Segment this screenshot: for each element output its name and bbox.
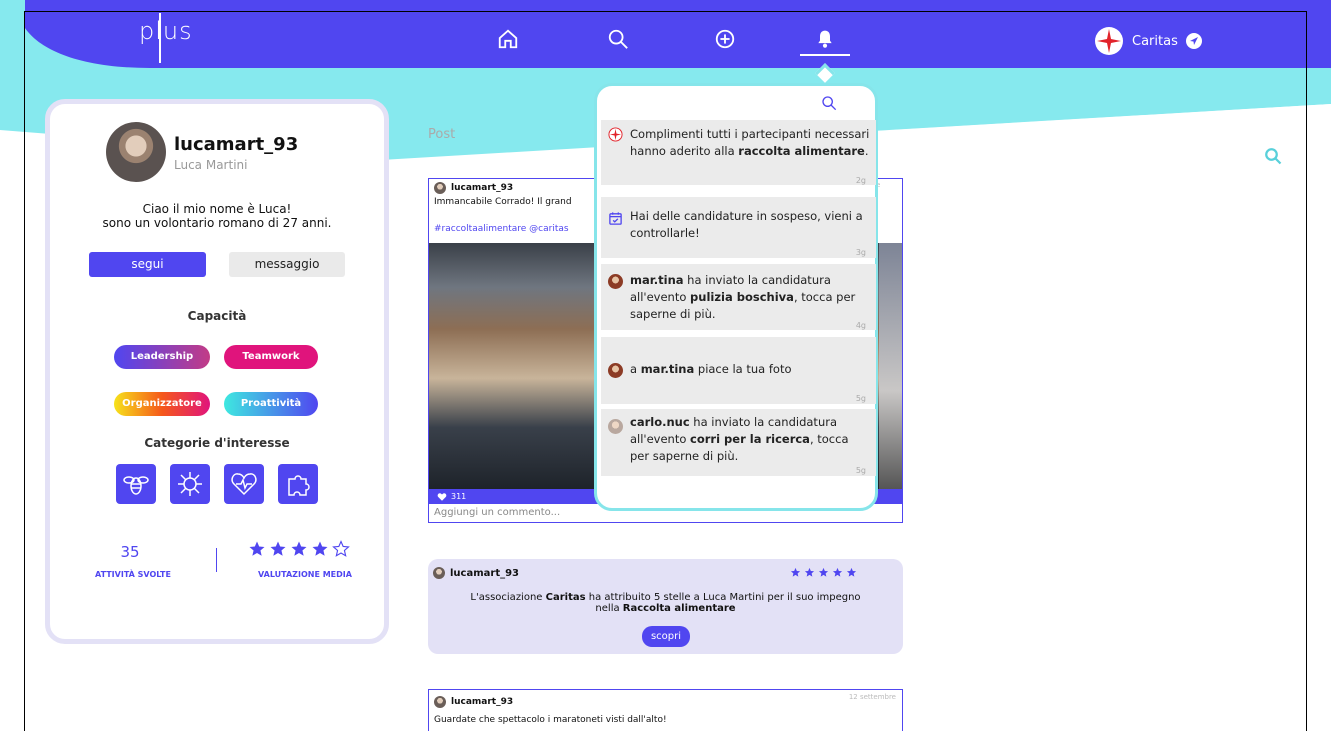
skill-chip-leadership[interactable]: Leadership	[114, 345, 210, 369]
post-photo-next	[879, 243, 902, 489]
avatar	[608, 419, 623, 434]
notification-item[interactable]: Complimenti tutti i partecipanti necessa…	[601, 120, 876, 185]
rating-card: lucamart_93 L'associazione Caritas ha at…	[428, 559, 903, 654]
notifications-panel: Complimenti tutti i partecipanti necessa…	[594, 83, 878, 511]
rating-card-stars	[790, 567, 857, 578]
account-name: Caritas	[1132, 33, 1178, 49]
activities-label: ATTIVITÀ SVOLTE	[95, 570, 171, 579]
profile-card: lucamart_93 Luca Martini Ciao il mio nom…	[45, 99, 389, 644]
rating-card-author-name: lucamart_93	[450, 567, 520, 579]
avatar	[434, 182, 446, 194]
post-tags[interactable]: #raccoltaalimentare @caritas	[434, 224, 569, 234]
notification-item[interactable]: mar.tina ha inviato la candidatura all'e…	[601, 264, 876, 330]
rating-text-c: nella	[595, 603, 623, 614]
post-author[interactable]: lucamart_93	[434, 182, 513, 194]
notification-time: 2g	[855, 176, 866, 185]
star-filled-icon	[804, 567, 815, 577]
notification-text: mar.tina ha inviato la candidatura all'e…	[630, 273, 856, 321]
star-filled-icon	[832, 567, 843, 577]
star-filled-icon	[291, 541, 307, 556]
plus-circle-icon[interactable]	[712, 26, 738, 52]
feed-search-icon[interactable]	[1264, 147, 1282, 169]
bio-line-1: Ciao il mio nome è Luca!	[142, 202, 292, 216]
notification-time: 4g	[855, 321, 866, 330]
notification-text: a mar.tina piace la tua foto	[630, 362, 792, 376]
virus-icon[interactable]	[170, 464, 210, 504]
rating-text-a: L'associazione	[470, 592, 546, 603]
star-empty-icon	[332, 540, 350, 557]
app-frame: plus Caritas lucamart_93 Luca Martini Ci…	[0, 0, 1331, 731]
account-menu[interactable]: Caritas	[1094, 26, 1202, 56]
skill-chip-organizzatore[interactable]: Organizzatore	[114, 392, 210, 416]
profile-bio: Ciao il mio nome è Luca! sono un volonta…	[50, 202, 384, 230]
search-icon[interactable]	[605, 26, 631, 52]
post-caption: Immancabile Corrado! Il grand	[434, 197, 572, 207]
activities-count: 35	[120, 543, 140, 561]
bio-line-2: sono un volontario romano di 27 anni.	[102, 216, 332, 230]
discover-button[interactable]: scopri	[642, 626, 690, 647]
notification-time: 3g	[855, 248, 866, 257]
heart-icon[interactable]	[437, 492, 447, 502]
navigation-arrow-icon	[1185, 33, 1202, 49]
skill-chip-teamwork[interactable]: Teamwork	[224, 345, 318, 369]
avatar	[608, 274, 623, 289]
star-filled-icon	[846, 567, 857, 577]
rating-text-b: ha attribuito 5 stelle a Luca Martini pe…	[585, 592, 861, 603]
rating-label: VALUTAZIONE MEDIA	[258, 570, 352, 579]
notification-text: carlo.nuc ha inviato la candidatura all'…	[630, 415, 849, 463]
rating-card-message: L'associazione Caritas ha attribuito 5 s…	[428, 592, 903, 614]
post-date: 12 settembre	[848, 693, 896, 701]
follow-button[interactable]: segui	[89, 252, 206, 277]
like-count: 311	[451, 492, 467, 501]
notification-item[interactable]: Hai delle candidature in sospeso, vieni …	[601, 197, 876, 258]
comment-input[interactable]: Aggiungi un commento...	[434, 507, 560, 518]
puzzle-icon[interactable]	[278, 464, 318, 504]
bee-icon[interactable]	[116, 464, 156, 504]
star-filled-icon	[249, 541, 265, 556]
home-icon[interactable]	[495, 26, 521, 52]
stats-divider	[216, 548, 217, 572]
avatar	[608, 363, 623, 378]
rating-card-author[interactable]: lucamart_93	[433, 567, 519, 579]
post-author[interactable]: lucamart_93	[434, 696, 513, 708]
skill-chip-proattivita[interactable]: Proattività	[224, 392, 318, 416]
calendar-check-icon	[609, 212, 622, 225]
notification-item[interactable]: a mar.tina piace la tua foto 5g	[601, 337, 876, 404]
rating-event: Raccolta alimentare	[622, 603, 736, 614]
notification-time: 5g	[855, 394, 866, 403]
active-tab-indicator	[800, 54, 850, 56]
app-logo[interactable]: plus	[139, 17, 193, 45]
avatar	[434, 696, 446, 708]
star-filled-icon	[270, 541, 286, 556]
profile-username: lucamart_93	[174, 134, 299, 155]
profile-fullname: Luca Martini	[174, 158, 248, 172]
heart-pulse-icon[interactable]	[224, 464, 264, 504]
notification-time: 5g	[855, 466, 866, 475]
avatar	[433, 567, 445, 579]
feed-section-title: Post	[428, 127, 456, 142]
star-filled-icon	[818, 567, 829, 577]
post-caption: Guardate che spettacolo i maratoneti vis…	[434, 715, 667, 725]
caritas-logo-icon	[1095, 27, 1123, 55]
star-filled-icon	[312, 541, 328, 556]
post-card[interactable]: lucamart_93 12 settembre Guardate che sp…	[428, 689, 903, 731]
bell-icon[interactable]	[812, 26, 838, 52]
notification-search-icon[interactable]	[821, 95, 837, 115]
rating-org: Caritas	[545, 592, 586, 603]
message-button[interactable]: messaggio	[229, 252, 345, 277]
logo-divider	[159, 13, 161, 63]
avatar[interactable]	[106, 122, 166, 182]
average-rating-stars	[248, 540, 350, 558]
notification-text: Hai delle candidature in sospeso, vieni …	[630, 209, 863, 240]
interests-title: Categorie d'interesse	[144, 436, 290, 450]
caritas-icon	[608, 127, 623, 142]
notification-item[interactable]: carlo.nuc ha inviato la candidatura all'…	[601, 409, 876, 476]
post-author-name: lucamart_93	[451, 697, 514, 707]
skills-title: Capacità	[187, 309, 247, 323]
post-author-name: lucamart_93	[451, 183, 514, 193]
star-filled-icon	[790, 567, 801, 577]
notification-text: Complimenti tutti i partecipanti necessa…	[630, 127, 870, 158]
